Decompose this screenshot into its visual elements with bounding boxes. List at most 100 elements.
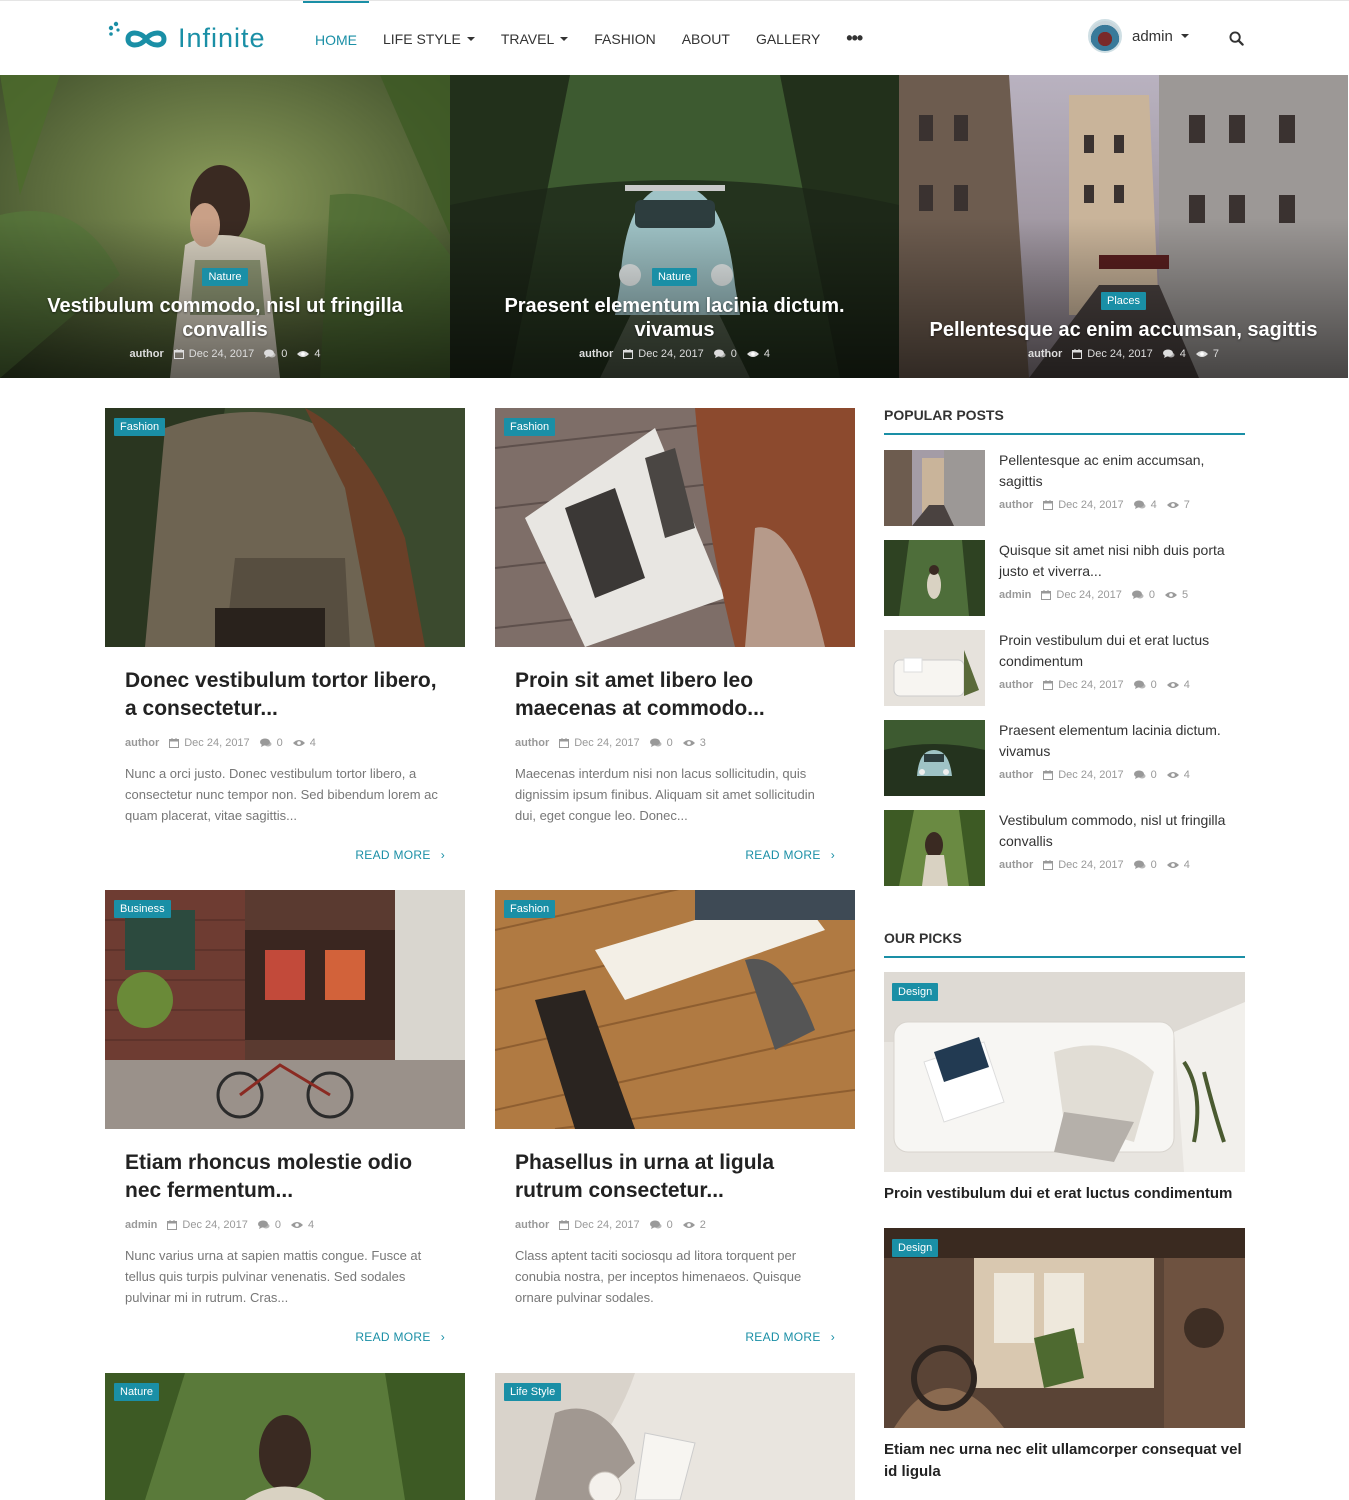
post-excerpt: Nunc varius urna at sapien mattis congue… [125,1248,422,1305]
nav-item-life-style[interactable]: LIFE STYLE [371,1,487,76]
calendar-icon [559,738,570,748]
hero-slide[interactable]: Nature Vestibulum commodo, nisl ut fring… [0,75,450,378]
post-thumbnail[interactable]: Business [105,890,465,1129]
post-title[interactable]: Proin sit amet libero leo maecenas at co… [515,667,835,723]
view-count: 4 [307,1219,315,1231]
pick-thumbnail[interactable]: Design [884,1228,1245,1428]
post-author[interactable]: author [999,859,1033,871]
nav-item-travel[interactable]: TRAVEL [489,1,580,76]
hero-slide[interactable]: Nature Praesent elementum lacinia dictum… [450,75,899,378]
read-more-link[interactable]: READ MORE › [515,848,835,862]
comment-count: 0 [276,737,283,749]
nav-more-button[interactable]: ••• [834,1,874,76]
category-badge[interactable]: Nature [651,268,698,286]
eye-icon [746,350,759,358]
post-thumbnail[interactable]: Nature [105,1373,465,1500]
post-meta: author Dec 24, 2017 0 4 [999,679,1245,691]
popular-post-thumbnail[interactable] [884,720,985,796]
pick-thumbnail[interactable]: Design [884,972,1245,1172]
category-badge[interactable]: Life Style [504,1383,562,1401]
post-thumbnail[interactable]: Fashion [105,408,465,647]
eye-icon [1166,771,1179,779]
category-badge[interactable]: Design [892,1239,939,1257]
popular-post-thumbnail[interactable] [884,450,985,526]
pick-title[interactable]: Proin vestibulum dui et erat luctus cond… [884,1183,1245,1205]
post-thumbnail[interactable]: Life Style [495,1373,855,1500]
post-author[interactable]: author [999,499,1033,511]
image-interior-stairs [884,1228,1245,1428]
nav-item-about[interactable]: ABOUT [670,1,742,76]
read-more-link[interactable]: READ MORE › [125,848,445,862]
nav-item-home[interactable]: HOME [303,1,369,76]
category-badge[interactable]: Business [114,900,171,918]
post-thumbnail[interactable]: Fashion [495,890,855,1129]
view-count: 2 [699,1219,706,1231]
pick-title[interactable]: Etiam nec urna nec elit ullamcorper cons… [884,1439,1245,1483]
popular-post-item: Vestibulum commodo, nisl ut fringilla co… [884,810,1245,886]
popular-post-title[interactable]: Quisque sit amet nisi nibh duis porta ju… [999,540,1245,582]
popular-post-thumbnail[interactable] [884,630,985,706]
post-author[interactable]: author [515,737,549,749]
read-more-link[interactable]: READ MORE › [125,1330,445,1344]
popular-post-thumbnail[interactable] [884,810,985,886]
category-badge[interactable]: Fashion [504,418,556,436]
calendar-icon [1043,860,1054,870]
popular-post-item: Praesent elementum lacinia dictum. vivam… [884,720,1245,796]
category-badge[interactable]: Nature [202,268,248,286]
post-card: Nature [105,1373,465,1500]
nav-item-gallery[interactable]: GALLERY [744,1,832,76]
post-author[interactable]: author [1028,348,1062,360]
post-title[interactable]: Etiam rhoncus molestie odio nec fermentu… [125,1149,445,1205]
read-more-link[interactable]: READ MORE › [515,1330,835,1344]
hero-slide[interactable]: Places Pellentesque ac enim accumsan, sa… [899,75,1348,378]
hero-title[interactable]: Pellentesque ac enim accumsan, sagittis [929,318,1318,342]
popular-post-title[interactable]: Proin vestibulum dui et erat luctus cond… [999,630,1245,672]
popular-post-title[interactable]: Vestibulum commodo, nisl ut fringilla co… [999,810,1245,852]
comment-count: 0 [730,348,737,360]
view-count: 4 [309,737,316,749]
post-author[interactable]: author [515,1219,549,1231]
eye-icon [682,739,695,747]
post-title[interactable]: Donec vestibulum tortor libero, a consec… [125,667,445,723]
post-author[interactable]: author [999,769,1033,781]
post-author[interactable]: admin [999,589,1031,601]
site-name: Infinite [178,22,266,53]
post-title[interactable]: Phasellus in urna at ligula rutrum conse… [515,1149,835,1205]
user-menu[interactable]: admin [1088,19,1189,53]
popular-post-item: Proin vestibulum dui et erat luctus cond… [884,630,1245,706]
view-count: 4 [314,348,321,360]
post-thumbnail[interactable]: Fashion [495,408,855,647]
nav-label: LIFE STYLE [383,30,461,47]
view-count: 3 [699,737,706,749]
post-author[interactable]: author [999,679,1033,691]
site-logo[interactable]: Infinite [106,19,266,57]
popular-post-title[interactable]: Praesent elementum lacinia dictum. vivam… [999,720,1245,762]
ellipsis-icon: ••• [846,28,863,48]
calendar-icon [167,1220,178,1230]
post-date: Dec 24, 2017 [638,348,704,360]
eye-icon [1164,591,1177,599]
comment-count: 0 [666,1219,673,1231]
post-date: Dec 24, 2017 [188,348,255,360]
post-author[interactable]: author [579,348,613,360]
eye-icon [292,739,305,747]
comment-count: 0 [666,737,673,749]
post-author[interactable]: author [130,348,164,360]
nav-item-fashion[interactable]: FASHION [582,1,667,76]
category-badge[interactable]: Fashion [504,900,556,918]
hero-title[interactable]: Vestibulum commodo, nisl ut fringilla co… [30,294,420,342]
category-badge[interactable]: Fashion [114,418,166,436]
search-icon[interactable] [1229,31,1244,46]
popular-post-thumbnail[interactable] [884,540,985,616]
popular-post-title[interactable]: Pellentesque ac enim accumsan, sagittis [999,450,1245,492]
category-badge[interactable]: Design [892,983,939,1001]
post-meta: admin Dec 24, 2017 0 4 [125,1219,445,1231]
post-card: Fashion Phasellus in urna at ligula rutr… [495,890,855,1344]
category-badge[interactable]: Nature [114,1383,160,1401]
calendar-icon [1043,770,1054,780]
post-author[interactable]: admin [125,1219,157,1231]
category-badge[interactable]: Places [1100,292,1147,310]
hero-title[interactable]: Praesent elementum lacinia dictum. vivam… [480,294,869,342]
post-author[interactable]: author [125,737,159,749]
hero-caption: Nature Vestibulum commodo, nisl ut fring… [0,267,450,360]
